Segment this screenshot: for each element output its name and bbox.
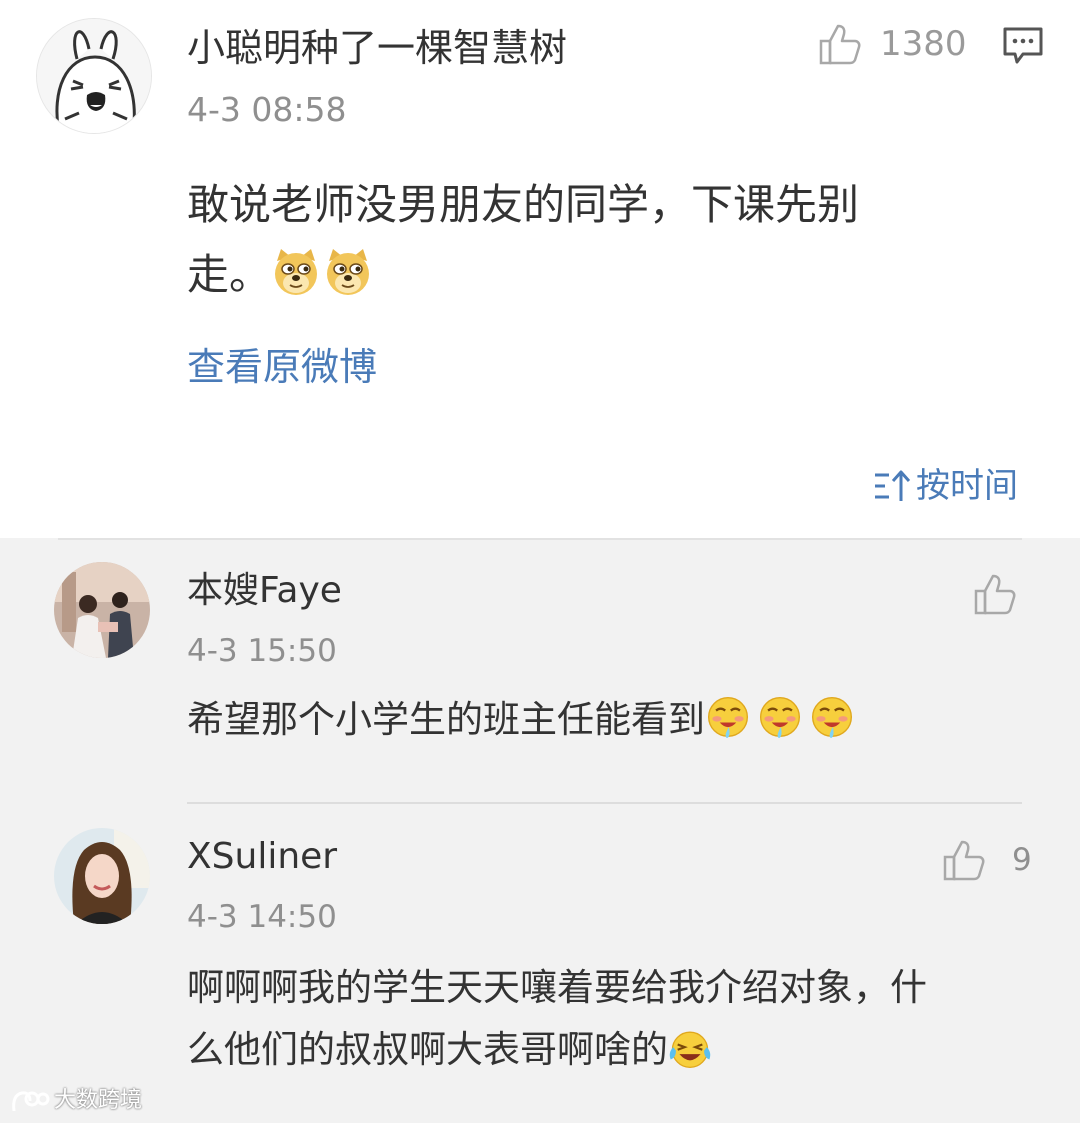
drool-emoji-icon bbox=[757, 694, 807, 744]
main-post-avatar[interactable] bbox=[36, 18, 152, 134]
comment-username[interactable]: 本嫂Faye bbox=[187, 567, 342, 615]
drool-emoji-icon bbox=[809, 694, 859, 744]
sort-by-time-button[interactable]: 按时间 bbox=[872, 462, 1018, 510]
main-post-username[interactable]: 小聪明种了一棵智慧树 bbox=[187, 22, 567, 74]
main-post-timestamp: 4-3 08:58 bbox=[187, 90, 347, 129]
comment-username[interactable]: XSuliner bbox=[187, 833, 337, 881]
comment-text-content: 么他们的叔叔啊大表哥啊啥的 bbox=[187, 1028, 668, 1071]
comment-timestamp: 4-3 14:50 bbox=[187, 899, 337, 935]
main-post-content-line: 敢说老师没男朋友的同学，下课先别 bbox=[187, 180, 860, 229]
doge-emoji-icon bbox=[323, 247, 373, 297]
divider bbox=[187, 802, 1022, 804]
comment-avatar[interactable] bbox=[54, 562, 150, 658]
comment-text-line: 么他们的叔叔啊大表哥啊啥的 bbox=[187, 1019, 1037, 1081]
view-original-weibo-link[interactable]: 查看原微博 bbox=[187, 340, 377, 394]
comment-avatar[interactable] bbox=[54, 828, 150, 924]
watermark-logo-icon bbox=[12, 1091, 50, 1112]
comment-text-line: 啊啊啊我的学生天天嚷着要给我介绍对象，什 bbox=[187, 966, 927, 1009]
main-post-content-line: 走。 bbox=[187, 240, 987, 310]
comment-text: 啊啊啊我的学生天天嚷着要给我介绍对象，什 么他们的叔叔啊大表哥啊啥的 bbox=[187, 957, 1037, 1081]
main-post-content: 敢说老师没男朋友的同学，下课先别 走。 bbox=[187, 170, 987, 310]
main-post-like-count: 1380 bbox=[880, 24, 967, 64]
laugh-cry-emoji-icon bbox=[668, 1026, 718, 1076]
comment-like-count: 9 bbox=[1012, 842, 1032, 878]
comment-icon[interactable] bbox=[1002, 26, 1044, 66]
thumbs-up-icon[interactable] bbox=[818, 22, 864, 66]
sort-icon bbox=[875, 470, 911, 501]
comment-text-content: 希望那个小学生的班主任能看到 bbox=[187, 698, 705, 741]
thumbs-up-icon[interactable] bbox=[973, 572, 1019, 616]
sort-label: 按时间 bbox=[916, 466, 1018, 506]
comment-timestamp: 4-3 15:50 bbox=[187, 633, 337, 669]
drool-emoji-icon bbox=[705, 694, 755, 744]
main-post-content-text: 走。 bbox=[187, 250, 272, 299]
photo-avatar-icon bbox=[54, 562, 150, 658]
watermark-text: 大数跨境 bbox=[54, 1088, 143, 1113]
thumbs-up-icon[interactable] bbox=[942, 838, 988, 882]
photo-avatar-icon bbox=[54, 828, 150, 924]
comment-text: 希望那个小学生的班主任能看到 bbox=[187, 689, 1037, 751]
watermark: 大数跨境 bbox=[10, 1085, 142, 1117]
divider bbox=[58, 538, 1022, 540]
doge-emoji-icon bbox=[271, 247, 321, 297]
rabbit-avatar-icon bbox=[37, 19, 151, 133]
